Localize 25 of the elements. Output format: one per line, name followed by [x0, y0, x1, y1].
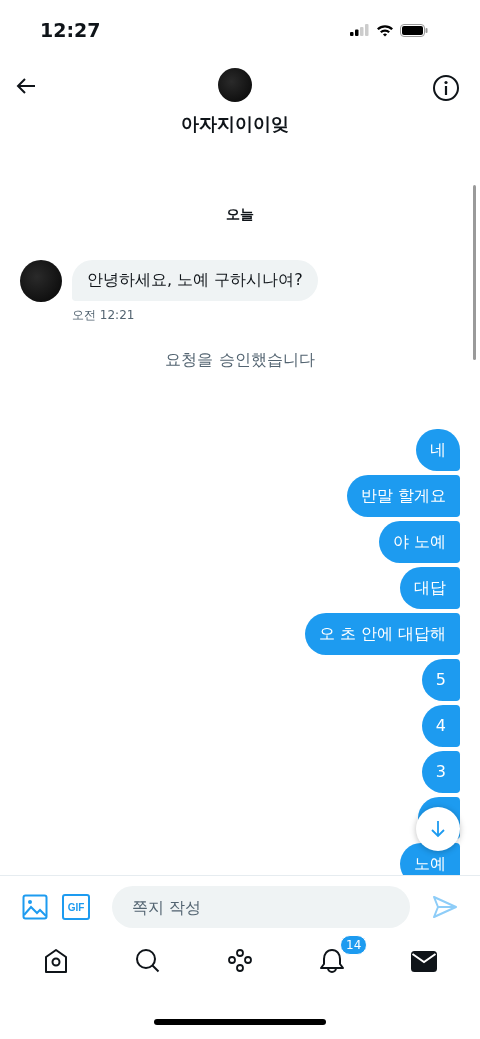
image-button[interactable] [20, 892, 50, 922]
message-bubble: 4 [421, 705, 460, 747]
avatar[interactable] [218, 68, 252, 102]
status-time: 12:27 [40, 19, 101, 41]
notification-badge: 14 [340, 935, 368, 955]
message-bubble: 노예 [400, 843, 460, 875]
message-bubble: 네 [416, 429, 460, 471]
battery-icon [400, 23, 428, 37]
system-note: 요청을 승인했습니다 [164, 350, 316, 371]
message-bubble: 대답 [400, 567, 460, 609]
message-bubble: 3 [421, 751, 460, 793]
message-bubble: 5 [421, 659, 460, 701]
sender-avatar[interactable] [20, 260, 62, 302]
info-button[interactable] [430, 72, 462, 104]
message-bubble: 반말 할게요 [346, 475, 460, 517]
message-time: 오전 12:21 [72, 307, 136, 324]
wifi-icon [376, 23, 394, 37]
message-bubble: 오 초 안에 대답해 [304, 613, 460, 655]
day-label: 오늘 [225, 206, 255, 224]
message-input[interactable]: 쪽지 작성 [112, 886, 410, 928]
contact-name[interactable]: 아자지이이잊 [181, 112, 289, 136]
signal-icon [350, 24, 370, 36]
down-arrow-icon [430, 820, 446, 838]
message-bubble: 야 노예 [378, 521, 460, 563]
message-bubble: 안녕하세요, 노예 구하시나여? [72, 260, 318, 301]
